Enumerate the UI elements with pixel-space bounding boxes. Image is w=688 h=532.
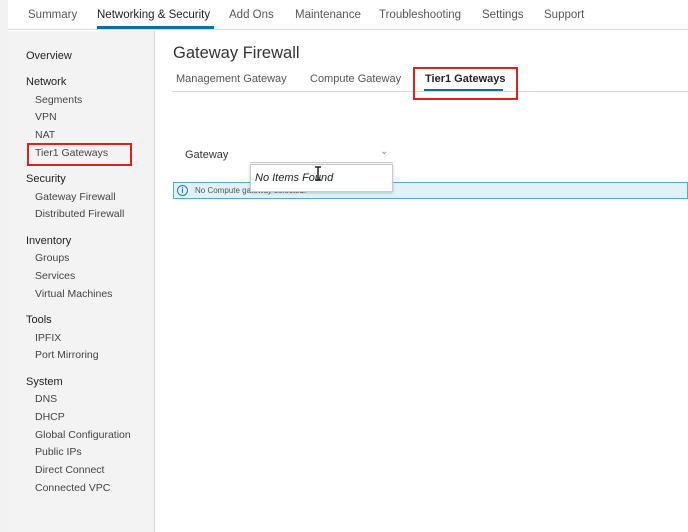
subtab-management-gateway[interactable]: Management Gateway xyxy=(176,73,287,85)
subtab-compute-gateway[interactable]: Compute Gateway xyxy=(310,73,401,85)
sidebar-item-gateway-firewall[interactable]: Gateway Firewall xyxy=(35,191,116,203)
sidebar-section-tools: Tools xyxy=(26,314,52,326)
window-edge xyxy=(0,0,8,532)
sidebar-item-nat[interactable]: NAT xyxy=(35,129,55,141)
tab-summary[interactable]: Summary xyxy=(28,9,77,21)
tab-support[interactable]: Support xyxy=(544,9,584,21)
gateway-label: Gateway xyxy=(185,149,229,161)
sidebar-item-services[interactable]: Services xyxy=(35,270,75,282)
sidebar-section-security: Security xyxy=(26,173,66,185)
tab-troubleshooting[interactable]: Troubleshooting xyxy=(379,9,461,21)
sidebar-item-segments[interactable]: Segments xyxy=(35,94,82,106)
sidebar-item-connected-vpc[interactable]: Connected VPC xyxy=(35,482,110,494)
tab-settings[interactable]: Settings xyxy=(482,9,524,21)
sidebar-item-global-configuration[interactable]: Global Configuration xyxy=(35,429,131,441)
sidebar-item-groups[interactable]: Groups xyxy=(35,252,69,264)
gateway-select[interactable] xyxy=(250,145,393,163)
top-nav: Summary Networking & Security Add Ons Ma… xyxy=(8,0,688,30)
sidebar-item-dhcp[interactable]: DHCP xyxy=(35,411,65,423)
sidebar-item-dns[interactable]: DNS xyxy=(35,393,57,405)
tab-add-ons[interactable]: Add Ons xyxy=(229,9,274,21)
sidebar-item-public-ips[interactable]: Public IPs xyxy=(35,446,82,458)
tab-networking-security[interactable]: Networking & Security xyxy=(97,9,210,21)
info-icon: i xyxy=(177,185,188,196)
sidebar-highlight-box xyxy=(27,143,132,166)
subtab-highlight-box xyxy=(413,67,518,100)
sidebar-item-virtual-machines[interactable]: Virtual Machines xyxy=(35,288,112,300)
chevron-down-icon[interactable]: ⌄ xyxy=(380,146,388,157)
sidebar-item-vpn[interactable]: VPN xyxy=(35,111,57,123)
sidebar-item-overview[interactable]: Overview xyxy=(26,50,72,62)
sidebar-item-port-mirroring[interactable]: Port Mirroring xyxy=(35,349,99,361)
sidebar: Overview Network Segments VPN NAT Tier1 … xyxy=(8,31,155,532)
text-cursor-icon xyxy=(315,166,321,181)
sidebar-section-network: Network xyxy=(26,76,67,88)
sidebar-item-distributed-firewall[interactable]: Distributed Firewall xyxy=(35,208,124,220)
active-tab-indicator xyxy=(97,26,214,29)
tab-maintenance[interactable]: Maintenance xyxy=(295,9,361,21)
sidebar-section-inventory: Inventory xyxy=(26,235,72,247)
sidebar-section-system: System xyxy=(26,376,63,388)
sidebar-item-direct-connect[interactable]: Direct Connect xyxy=(35,464,104,476)
page-title: Gateway Firewall xyxy=(173,44,300,62)
sidebar-item-ipfix[interactable]: IPFIX xyxy=(35,332,61,344)
